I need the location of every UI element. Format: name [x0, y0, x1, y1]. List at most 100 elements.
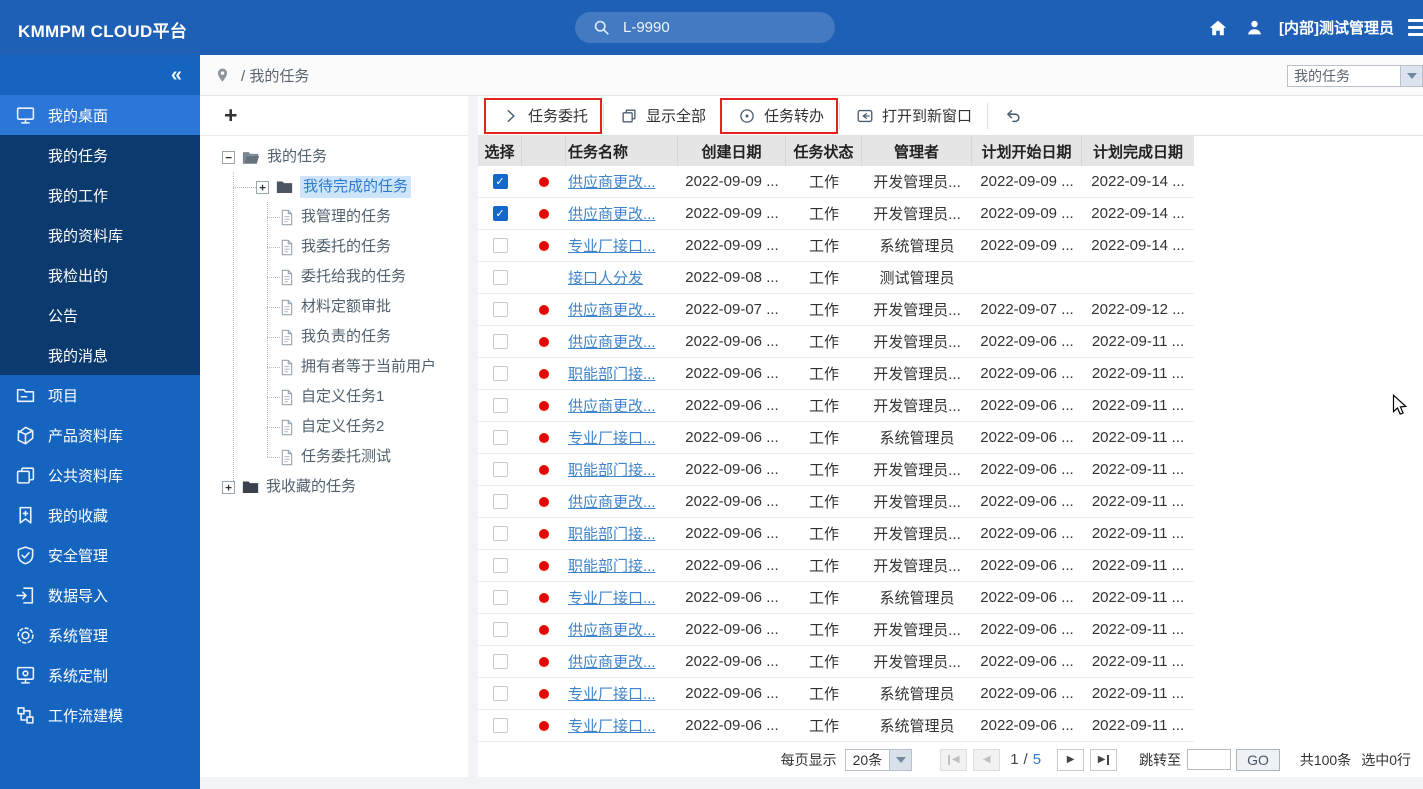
sidebar-item-favorites[interactable]: 我的收藏	[0, 495, 200, 535]
menu-icon[interactable]	[1408, 19, 1423, 36]
row-checkbox[interactable]	[493, 654, 508, 669]
last-page-button[interactable]: ▶	[1090, 749, 1117, 771]
sidebar-item-system-admin[interactable]: 系统管理	[0, 615, 200, 655]
show-all-button[interactable]: 显示全部	[604, 96, 722, 136]
row-checkbox[interactable]	[493, 622, 508, 637]
table-row[interactable]: 供应商更改... 2022-09-09 ... 工作 开发管理员... 2022…	[478, 166, 1194, 198]
table-row[interactable]: 专业厂接口... 2022-09-06 ... 工作 系统管理员 2022-09…	[478, 422, 1194, 454]
tree-node-doc[interactable]: 我管理的任务	[200, 202, 468, 232]
task-name-link[interactable]: 供应商更改...	[568, 171, 656, 192]
undo-button[interactable]	[988, 96, 1038, 136]
tree-node-doc[interactable]: 材料定额审批	[200, 292, 468, 322]
table-row[interactable]: 专业厂接口... 2022-09-06 ... 工作 系统管理员 2022-09…	[478, 678, 1194, 710]
sidebar-item-product-library[interactable]: 产品资料库	[0, 415, 200, 455]
per-page-select[interactable]: 20条	[845, 749, 913, 771]
column-header[interactable]: 计划开始日期	[972, 136, 1082, 166]
table-row[interactable]: 职能部门接... 2022-09-06 ... 工作 开发管理员... 2022…	[478, 518, 1194, 550]
row-checkbox[interactable]	[493, 718, 508, 733]
row-checkbox[interactable]	[493, 366, 508, 381]
task-name-link[interactable]: 职能部门接...	[568, 555, 656, 576]
row-checkbox[interactable]	[493, 430, 508, 445]
sidebar-subitem[interactable]: 我的工作	[0, 175, 200, 215]
row-checkbox[interactable]	[493, 174, 508, 189]
prev-page-button[interactable]: ◀	[973, 749, 1000, 771]
chevron-down-icon[interactable]	[889, 750, 911, 770]
task-name-link[interactable]: 职能部门接...	[568, 363, 656, 384]
tree-node-doc[interactable]: 委托给我的任务	[200, 262, 468, 292]
task-name-link[interactable]: 接口人分发	[568, 267, 643, 288]
chevron-down-icon[interactable]	[1400, 66, 1422, 86]
tree-node-doc[interactable]: 我委托的任务	[200, 232, 468, 262]
sidebar-item-security[interactable]: 安全管理	[0, 535, 200, 575]
tree-node-doc[interactable]: 我负责的任务	[200, 322, 468, 352]
sidebar-item-workflow[interactable]: 工作流建模	[0, 695, 200, 735]
tree-node-favorites[interactable]: 我收藏的任务	[200, 472, 468, 502]
row-checkbox[interactable]	[493, 590, 508, 605]
row-checkbox[interactable]	[493, 398, 508, 413]
table-row[interactable]: 供应商更改... 2022-09-06 ... 工作 开发管理员... 2022…	[478, 390, 1194, 422]
column-header[interactable]: 计划完成日期	[1082, 136, 1194, 166]
row-checkbox[interactable]	[493, 686, 508, 701]
collapse-node-icon[interactable]	[222, 151, 235, 164]
first-page-button[interactable]: ◀	[940, 749, 967, 771]
task-name-link[interactable]: 供应商更改...	[568, 619, 656, 640]
column-header[interactable]: 创建日期	[678, 136, 786, 166]
open-new-window-button[interactable]: 打开到新窗口	[840, 96, 988, 136]
sidebar-item-system-custom[interactable]: 系统定制	[0, 655, 200, 695]
sidebar-subitem[interactable]: 我的任务	[0, 135, 200, 175]
table-row[interactable]: 专业厂接口... 2022-09-06 ... 工作 系统管理员 2022-09…	[478, 582, 1194, 614]
table-row[interactable]: 专业厂接口... 2022-09-06 ... 工作 系统管理员 2022-09…	[478, 710, 1194, 742]
task-name-link[interactable]: 专业厂接口...	[568, 715, 656, 736]
view-select[interactable]: 我的任务	[1287, 65, 1423, 87]
row-checkbox[interactable]	[493, 526, 508, 541]
task-name-link[interactable]: 供应商更改...	[568, 299, 656, 320]
task-name-link[interactable]: 供应商更改...	[568, 203, 656, 224]
sidebar-item-project[interactable]: 项目	[0, 375, 200, 415]
row-checkbox[interactable]	[493, 238, 508, 253]
add-node-button[interactable]: +	[224, 104, 237, 127]
table-row[interactable]: 供应商更改... 2022-09-09 ... 工作 开发管理员... 2022…	[478, 198, 1194, 230]
task-transfer-button[interactable]: 任务转办	[722, 96, 840, 136]
table-row[interactable]: 供应商更改... 2022-09-06 ... 工作 开发管理员... 2022…	[478, 614, 1194, 646]
table-row[interactable]: 接口人分发 2022-09-08 ... 工作 测试管理员	[478, 262, 1194, 294]
table-row[interactable]: 供应商更改... 2022-09-07 ... 工作 开发管理员... 2022…	[478, 294, 1194, 326]
home-icon[interactable]	[1207, 17, 1229, 39]
column-header[interactable]	[522, 136, 566, 166]
task-name-link[interactable]: 供应商更改...	[568, 491, 656, 512]
table-row[interactable]: 供应商更改... 2022-09-06 ... 工作 开发管理员... 2022…	[478, 646, 1194, 678]
sidebar-subitem[interactable]: 我的资料库	[0, 215, 200, 255]
global-search-input[interactable]: L-9990	[575, 12, 835, 43]
table-row[interactable]: 供应商更改... 2022-09-06 ... 工作 开发管理员... 2022…	[478, 326, 1194, 358]
table-row[interactable]: 职能部门接... 2022-09-06 ... 工作 开发管理员... 2022…	[478, 454, 1194, 486]
row-checkbox[interactable]	[493, 494, 508, 509]
task-name-link[interactable]: 专业厂接口...	[568, 683, 656, 704]
task-delegate-button[interactable]: 任务委托	[486, 96, 604, 136]
row-checkbox[interactable]	[493, 302, 508, 317]
column-header[interactable]: 管理者	[862, 136, 972, 166]
tree-node-selected[interactable]: 我待完成的任务	[200, 172, 468, 202]
tree-node-doc[interactable]: 拥有者等于当前用户	[200, 352, 468, 382]
table-row[interactable]: 专业厂接口... 2022-09-09 ... 工作 系统管理员 2022-09…	[478, 230, 1194, 262]
expand-node-icon[interactable]	[222, 481, 235, 494]
task-name-link[interactable]: 供应商更改...	[568, 395, 656, 416]
row-checkbox[interactable]	[493, 558, 508, 573]
column-header[interactable]: 选择	[478, 136, 522, 166]
column-header[interactable]: 任务状态	[786, 136, 862, 166]
row-checkbox[interactable]	[493, 206, 508, 221]
sidebar-item-public-library[interactable]: 公共资料库	[0, 455, 200, 495]
column-header[interactable]: 任务名称	[566, 136, 678, 166]
task-name-link[interactable]: 专业厂接口...	[568, 587, 656, 608]
row-checkbox[interactable]	[493, 334, 508, 349]
row-checkbox[interactable]	[493, 462, 508, 477]
row-checkbox[interactable]	[493, 270, 508, 285]
task-name-link[interactable]: 职能部门接...	[568, 459, 656, 480]
table-row[interactable]: 职能部门接... 2022-09-06 ... 工作 开发管理员... 2022…	[478, 358, 1194, 390]
task-name-link[interactable]: 供应商更改...	[568, 331, 656, 352]
table-row[interactable]: 职能部门接... 2022-09-06 ... 工作 开发管理员... 2022…	[478, 550, 1194, 582]
sidebar-subitem[interactable]: 我检出的	[0, 255, 200, 295]
user-icon[interactable]	[1243, 17, 1265, 39]
sidebar-subitem[interactable]: 我的消息	[0, 335, 200, 375]
tree-node-doc[interactable]: 自定义任务1	[200, 382, 468, 412]
collapse-sidebar-icon[interactable]	[171, 65, 182, 85]
table-row[interactable]: 供应商更改... 2022-09-06 ... 工作 开发管理员... 2022…	[478, 486, 1194, 518]
